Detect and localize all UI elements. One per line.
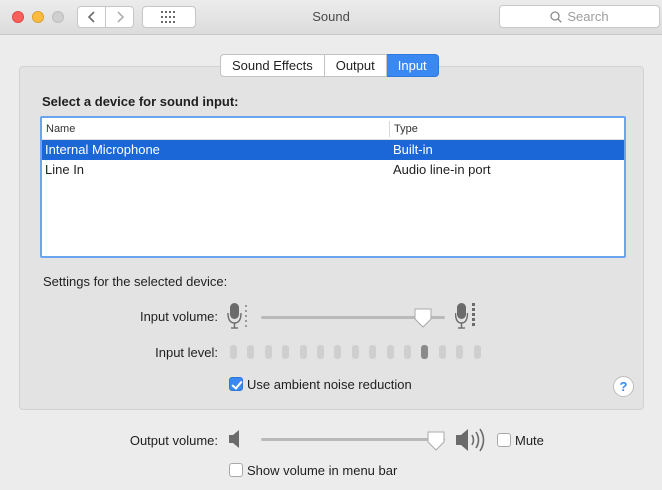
- level-segment: [282, 345, 289, 359]
- table-row[interactable]: Internal Microphone Built-in: [42, 140, 624, 160]
- level-segment: [352, 345, 359, 359]
- settings-label: Settings for the selected device:: [43, 274, 228, 289]
- noise-reduction-label[interactable]: Use ambient noise reduction: [247, 377, 412, 392]
- tab-input[interactable]: Input: [386, 54, 439, 77]
- level-segment: [317, 345, 324, 359]
- level-segment: [369, 345, 376, 359]
- title-bar: Sound Search: [0, 0, 662, 35]
- table-header: Name Type: [42, 118, 624, 140]
- input-volume-label: Input volume:: [139, 309, 218, 324]
- tab-bar: Sound Effects Output Input: [220, 54, 439, 77]
- level-segment: [300, 345, 307, 359]
- device-name: Internal Microphone: [45, 142, 160, 157]
- level-segment: [474, 345, 481, 359]
- level-segment: [247, 345, 254, 359]
- level-segment: [265, 345, 272, 359]
- microphone-low-icon: [227, 303, 247, 329]
- level-segment: [230, 345, 237, 359]
- level-segment: [387, 345, 394, 359]
- speaker-high-icon: [456, 428, 485, 452]
- show-volume-menu-bar-checkbox[interactable]: [229, 463, 243, 477]
- search-placeholder: Search: [567, 9, 609, 24]
- output-volume-slider-track[interactable]: [261, 438, 445, 441]
- column-header-name[interactable]: Name: [46, 123, 75, 135]
- device-section-title: Select a device for sound input:: [42, 94, 239, 109]
- level-segment: [404, 345, 411, 359]
- mute-checkbox[interactable]: [497, 433, 511, 447]
- level-segment: [439, 345, 446, 359]
- show-volume-menu-bar-label[interactable]: Show volume in menu bar: [247, 463, 397, 478]
- device-table[interactable]: Name Type Internal Microphone Built-in L…: [40, 116, 626, 258]
- tab-sound-effects[interactable]: Sound Effects: [220, 54, 325, 77]
- input-level-label: Input level:: [155, 345, 218, 360]
- level-segment: [334, 345, 341, 359]
- speaker-low-icon: [229, 430, 239, 448]
- tab-output[interactable]: Output: [324, 54, 387, 77]
- level-segment: [421, 345, 428, 359]
- search-input[interactable]: Search: [499, 5, 660, 28]
- help-button[interactable]: ?: [613, 376, 634, 397]
- column-header-type[interactable]: Type: [394, 123, 418, 135]
- mute-label[interactable]: Mute: [515, 433, 544, 448]
- noise-reduction-checkbox[interactable]: [229, 377, 243, 391]
- device-type: Audio line-in port: [393, 162, 491, 177]
- device-name: Line In: [45, 162, 85, 177]
- column-divider: [389, 121, 390, 137]
- table-row[interactable]: Line In Audio line-in port: [42, 160, 624, 180]
- level-segment: [456, 345, 463, 359]
- output-volume-slider-knob[interactable]: [426, 430, 446, 452]
- microphone-high-icon: [455, 303, 475, 329]
- device-type: Built-in: [393, 142, 433, 157]
- output-volume-label: Output volume:: [129, 433, 218, 448]
- input-volume-slider-knob[interactable]: [413, 307, 433, 329]
- search-icon: [550, 10, 563, 23]
